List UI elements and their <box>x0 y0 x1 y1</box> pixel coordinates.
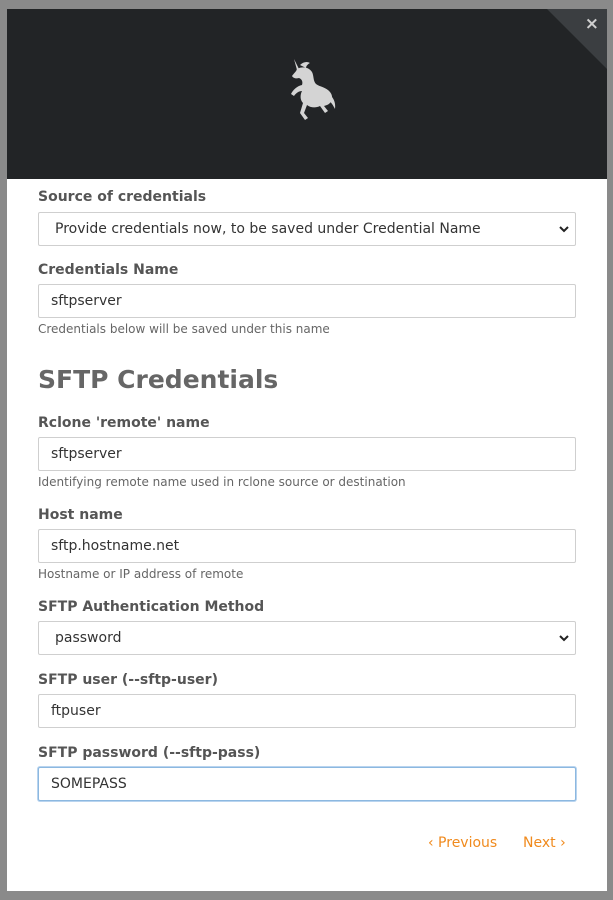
chevron-down-icon <box>559 226 569 233</box>
cred-name-label: Credentials Name <box>38 262 179 278</box>
cred-name-help: Credentials below will be saved under th… <box>38 322 330 336</box>
source-select[interactable]: Provide credentials now, to be saved und… <box>38 212 576 246</box>
source-select-value: Provide credentials now, to be saved und… <box>55 221 481 237</box>
close-icon[interactable]: × <box>585 14 599 34</box>
host-help: Hostname or IP address of remote <box>38 567 244 581</box>
source-label: Source of credentials <box>38 189 207 205</box>
unicorn-logo-icon <box>291 59 336 120</box>
user-label: SFTP user (--sftp-user) <box>38 672 218 688</box>
modal-header: × <box>7 9 607 179</box>
user-input[interactable]: ftpuser <box>38 694 576 728</box>
cred-name-input[interactable]: sftpserver <box>38 284 576 318</box>
chevron-down-icon <box>559 635 569 642</box>
auth-select-value: password <box>55 630 122 646</box>
host-label: Host name <box>38 507 123 523</box>
remote-label: Rclone 'remote' name <box>38 415 210 431</box>
next-link[interactable]: Next › <box>523 835 566 851</box>
password-label: SFTP password (--sftp-pass) <box>38 745 261 761</box>
password-input[interactable]: SOMEPASS <box>38 767 576 801</box>
previous-link[interactable]: ‹ Previous <box>428 835 497 851</box>
remote-help: Identifying remote name used in rclone s… <box>38 475 406 489</box>
auth-label: SFTP Authentication Method <box>38 599 265 615</box>
section-title: SFTP Credentials <box>38 365 279 394</box>
auth-select[interactable]: password <box>38 621 576 655</box>
credentials-modal: × Source of credentials Provide credenti… <box>7 9 607 891</box>
remote-input[interactable]: sftpserver <box>38 437 576 471</box>
host-input[interactable]: sftp.hostname.net <box>38 529 576 563</box>
